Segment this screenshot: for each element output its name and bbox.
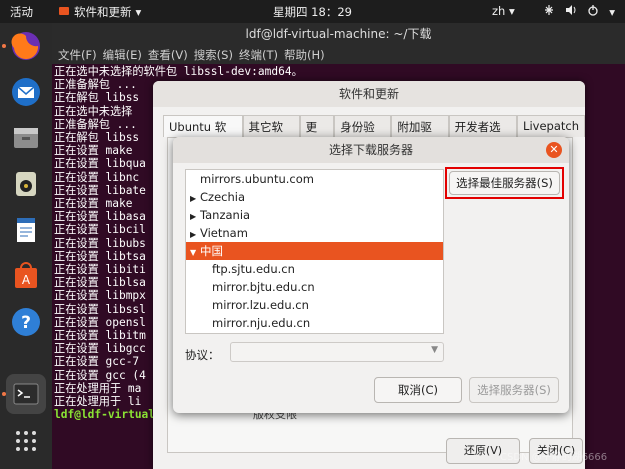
menu-terminal[interactable]: 终端(T): [239, 47, 278, 63]
choose-server-button[interactable]: 选择服务器(S): [469, 377, 559, 403]
tab-other-software[interactable]: 其它软件: [242, 115, 300, 150]
row-label: Tanzania: [200, 208, 251, 222]
terminal-title: ldf@ldf-virtual-machine: ~/下载: [52, 23, 625, 45]
menu-help[interactable]: 帮助(H): [284, 47, 325, 63]
top-bar: 活动 软件和更新 ▾ 星期四 18：29 zh ▾ ▾: [0, 0, 625, 23]
menu-search[interactable]: 搜索(S): [194, 47, 233, 63]
input-lang-label: zh: [492, 4, 506, 18]
terminal-menubar: 文件(F) 编辑(E) 查看(V) 搜索(S) 终端(T) 帮助(H): [52, 45, 625, 64]
menu-file[interactable]: 文件(F): [58, 47, 97, 63]
server-row[interactable]: mirror.nju.edu.cn: [186, 314, 443, 332]
server-row[interactable]: mirror.lzu.edu.cn: [186, 296, 443, 314]
mirror-row[interactable]: mirrors.ubuntu.com: [186, 170, 443, 188]
app-menu[interactable]: 软件和更新 ▾: [58, 4, 141, 20]
tab-authentication[interactable]: 身份验证: [334, 115, 392, 150]
row-label: mirror.nju.edu.cn: [212, 316, 311, 330]
row-label: Czechia: [200, 190, 245, 204]
row-label: mirrors.ubuntu.com: [200, 172, 314, 186]
tab-additional-drivers[interactable]: 附加驱动: [391, 115, 449, 150]
chevron-down-icon: ▾: [609, 4, 615, 19]
row-label: mirror.lzu.edu.cn: [212, 298, 309, 312]
app-menu-label: 软件和更新: [74, 5, 132, 19]
chevron-down-icon: ▾: [135, 5, 142, 19]
libreoffice-writer-icon[interactable]: [6, 210, 46, 250]
row-label: Vietnam: [200, 226, 248, 240]
volume-icon: [565, 4, 577, 19]
country-row[interactable]: ▶ Tanzania: [186, 206, 443, 224]
protocol-select[interactable]: ▼: [230, 342, 444, 362]
protocol-label: 协议：: [185, 348, 220, 362]
thunderbird-icon[interactable]: [6, 72, 46, 112]
menu-view[interactable]: 查看(V): [148, 47, 188, 63]
terminal-line: 正在选中未选择的软件包 libssl-dev:amd64。: [54, 65, 303, 78]
tab-livepatch[interactable]: Livepatch: [517, 115, 585, 137]
tab-developer-options[interactable]: 开发者选项: [448, 115, 518, 150]
country-row[interactable]: ▼ 中国: [186, 242, 443, 260]
power-icon: [587, 4, 599, 19]
row-label: 中国: [200, 244, 223, 258]
server-row[interactable]: ftp.sjtu.edu.cn: [186, 260, 443, 278]
menu-edit[interactable]: 编辑(E): [103, 47, 142, 63]
watermark: CSDN @平静的湖6666: [500, 452, 608, 463]
dock: A ?: [0, 23, 52, 469]
close-icon[interactable]: ✕: [546, 142, 562, 158]
show-applications-icon[interactable]: [6, 421, 46, 461]
rhythmbox-icon[interactable]: [6, 164, 46, 204]
activities-button[interactable]: 活动: [10, 4, 33, 20]
server-list[interactable]: mirrors.ubuntu.com ▶ Czechia ▶ Tanzania ▶ Viet…: [185, 169, 444, 334]
system-tray[interactable]: ▾: [543, 4, 615, 19]
window-title: 软件和更新: [153, 81, 585, 107]
choose-server-dialog: 选择下载服务器 ✕ mirrors.ubuntu.com ▶ Czechia ▶ Tan…: [173, 137, 569, 413]
svg-text:A: A: [22, 273, 31, 287]
server-row[interactable]: mirror.bjtu.edu.cn: [186, 278, 443, 296]
input-method-indicator[interactable]: zh ▾: [492, 4, 515, 18]
files-icon[interactable]: [6, 118, 46, 158]
row-label: mirror.bjtu.edu.cn: [212, 280, 315, 294]
tab-updates[interactable]: 更新: [299, 115, 335, 150]
terminal-icon[interactable]: [6, 374, 46, 414]
cancel-button[interactable]: 取消(C): [374, 377, 462, 403]
firefox-icon[interactable]: [6, 26, 46, 66]
row-label: ftp.sjtu.edu.cn: [212, 262, 295, 276]
country-row[interactable]: ▶ Vietnam: [186, 224, 443, 242]
chevron-down-icon: ▼: [431, 345, 438, 355]
svg-text:?: ?: [21, 313, 31, 333]
prompt-user: ldf@ldf-virtual: [54, 408, 156, 422]
software-update-app-icon: [58, 5, 70, 20]
dialog-title-text: 选择下载服务器: [328, 143, 413, 157]
ubuntu-software-icon[interactable]: A: [6, 256, 46, 296]
help-icon[interactable]: ?: [6, 302, 46, 342]
expander-down-icon[interactable]: ▼: [190, 244, 200, 262]
tab-ubuntu-software[interactable]: Ubuntu 软件: [163, 115, 243, 150]
highlight-box: [445, 167, 564, 199]
network-icon: [543, 4, 555, 19]
dialog-title: 选择下载服务器 ✕: [173, 137, 569, 163]
tab-bar: Ubuntu 软件 其它软件 更新 身份验证 附加驱动 开发者选项 Livepa…: [163, 115, 585, 150]
country-row[interactable]: ▶ Czechia: [186, 188, 443, 206]
clock[interactable]: 星期四 18：29: [273, 5, 352, 19]
